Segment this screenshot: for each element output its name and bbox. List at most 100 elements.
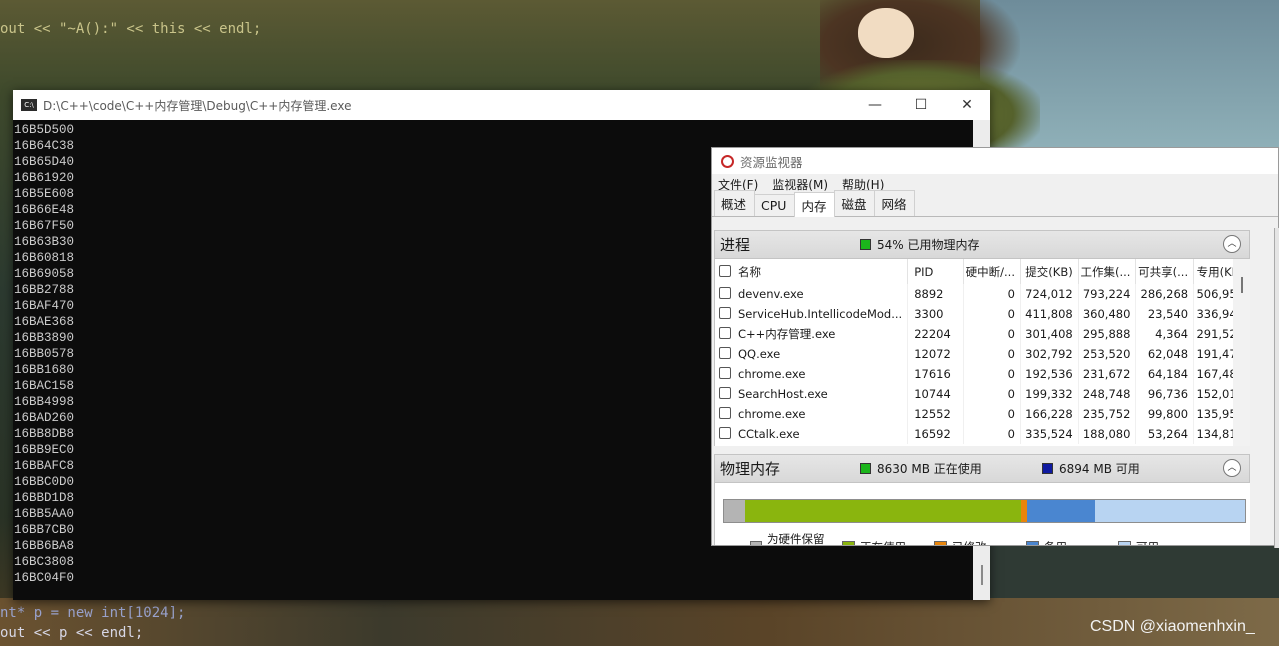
editor-code-line: nt* p = new int[1024];	[0, 605, 186, 621]
resmon-title: 资源监视器	[740, 154, 803, 170]
console-output-line: 16B5D500	[14, 123, 75, 137]
maximize-button[interactable]: ☐	[898, 90, 944, 120]
menu-monitor[interactable]: 监视器(M)	[772, 176, 828, 193]
physical-memory-section: 物理内存 8630 MB 正在使用 6894 MB 可用 ︿ 为硬件保留的正在使…	[714, 454, 1250, 546]
row-checkbox[interactable]	[719, 427, 731, 439]
table-cell: 0	[963, 384, 1022, 404]
table-cell: chrome.exe	[715, 364, 909, 384]
editor-code-line: out << "~A():" << this << endl;	[0, 21, 262, 37]
legend-label: 为硬件保留的	[767, 532, 825, 546]
tab-memory[interactable]: 内存	[794, 192, 836, 217]
physical-memory-header[interactable]: 物理内存 8630 MB 正在使用 6894 MB 可用 ︿	[714, 454, 1250, 483]
close-button[interactable]: ✕	[944, 90, 990, 120]
legend-swatch	[934, 540, 947, 545]
resource-monitor-window[interactable]: 资源监视器 文件(F) 监视器(M) 帮助(H) 概述 CPU 内存 磁盘 网络…	[711, 147, 1279, 546]
table-cell: 53,264	[1135, 424, 1195, 444]
process-scroll-thumb[interactable]	[1241, 277, 1243, 293]
table-cell: 0	[963, 424, 1022, 444]
console-titlebar[interactable]: C:\ D:\C++\code\C++内存管理\Debug\C++内存管理.ex…	[13, 90, 990, 120]
table-cell: 253,520	[1078, 344, 1137, 364]
column-hard-faults[interactable]: 硬中断/...	[963, 259, 1022, 284]
row-checkbox[interactable]	[719, 407, 731, 419]
row-checkbox[interactable]	[719, 287, 731, 299]
table-cell: 64,184	[1135, 364, 1195, 384]
table-row[interactable]: CCtalk.exe 16592 0 335,524 188,080 53,264 134,…	[715, 424, 1250, 444]
table-cell: 286,268	[1135, 284, 1195, 304]
collapse-icon[interactable]: ︿	[1223, 459, 1241, 477]
table-row[interactable]: chrome.exe 17616 0 192,536 231,672 64,184 167,…	[715, 364, 1250, 384]
table-row[interactable]: SearchHost.exe 10744 0 199,332 248,748 96,736…	[715, 384, 1250, 404]
tab-cpu[interactable]: CPU	[754, 194, 796, 216]
table-cell: 235,752	[1078, 404, 1137, 424]
table-row[interactable]: QQ.exe 12072 0 302,792 253,520 62,048 191,472	[715, 344, 1250, 364]
table-cell: 199,332	[1020, 384, 1079, 404]
legend-item: 可用	[1118, 531, 1198, 545]
row-checkbox[interactable]	[719, 347, 731, 359]
legend-swatch	[842, 540, 855, 545]
editor-code-line: out << p << endl;	[0, 625, 144, 641]
table-cell: 0	[963, 304, 1022, 324]
tab-disk[interactable]: 磁盘	[834, 190, 876, 216]
process-name: CCtalk.exe	[738, 427, 800, 441]
table-cell: 248,748	[1078, 384, 1137, 404]
table-cell: 62,048	[1135, 344, 1195, 364]
table-cell: 0	[963, 404, 1022, 424]
memory-usage-text: 54% 已用物理内存	[877, 238, 980, 252]
table-cell: 302,792	[1020, 344, 1079, 364]
legend-item: 正在使用	[842, 531, 922, 545]
available-text: 6894 MB 可用	[1059, 462, 1140, 476]
table-cell: 3300	[907, 304, 964, 324]
table-row[interactable]: ServiceHub.IntellicodeMod... 3300 0 411,808…	[715, 304, 1250, 324]
process-section-header[interactable]: 进程 54% 已用物理内存 ︿	[714, 230, 1250, 259]
bar-segment-in-use	[744, 500, 1021, 522]
resmon-tabs: 概述 CPU 内存 磁盘 网络	[712, 190, 1278, 217]
column-working-set[interactable]: 工作集(...	[1078, 259, 1137, 284]
process-table-scrollbar[interactable]	[1233, 259, 1250, 446]
table-row[interactable]: chrome.exe 12552 0 166,228 235,752 99,800 135,…	[715, 404, 1250, 424]
collapse-icon[interactable]: ︿	[1223, 235, 1241, 253]
table-cell: 0	[963, 324, 1022, 344]
row-checkbox[interactable]	[719, 327, 731, 339]
bar-segment-free	[1094, 500, 1245, 522]
row-checkbox[interactable]	[719, 367, 731, 379]
table-cell: 16592	[907, 424, 964, 444]
minimize-button[interactable]: —	[852, 90, 898, 120]
table-cell: 99,800	[1135, 404, 1195, 424]
memory-usage-bar	[723, 499, 1246, 523]
table-cell: 12552	[907, 404, 964, 424]
table-cell: 192,536	[1020, 364, 1079, 384]
row-checkbox[interactable]	[719, 307, 731, 319]
column-commit[interactable]: 提交(KB)	[1020, 259, 1079, 284]
background-character-face	[858, 8, 914, 58]
console-app-icon: C:\	[21, 99, 37, 111]
row-checkbox[interactable]	[719, 387, 731, 399]
table-row[interactable]: devenv.exe 8892 0 724,012 793,224 286,268 506,…	[715, 284, 1250, 304]
table-cell: 724,012	[1020, 284, 1079, 304]
legend-label: 正在使用	[860, 539, 906, 545]
table-row[interactable]: C++内存管理.exe 22204 0 301,408 295,888 4,364 291,…	[715, 324, 1250, 344]
resmon-titlebar[interactable]: 资源监视器	[712, 148, 1278, 174]
legend-swatch	[1026, 540, 1039, 545]
column-shareable[interactable]: 可共享(...	[1135, 259, 1195, 284]
process-name: chrome.exe	[738, 367, 806, 381]
process-name: QQ.exe	[738, 347, 781, 361]
table-cell: chrome.exe	[715, 404, 909, 424]
table-cell: 22204	[907, 324, 964, 344]
in-use-chip	[860, 463, 871, 474]
tab-overview[interactable]: 概述	[714, 190, 756, 216]
memory-usage-summary: 54% 已用物理内存	[860, 236, 980, 253]
legend-label: 已修改	[952, 539, 987, 545]
legend-item: 备用	[1026, 531, 1106, 545]
table-cell: 301,408	[1020, 324, 1079, 344]
table-cell: 166,228	[1020, 404, 1079, 424]
table-cell: devenv.exe	[715, 284, 909, 304]
console-scroll-thumb[interactable]	[981, 565, 983, 585]
column-name[interactable]: 名称	[715, 259, 909, 284]
process-table-area: 名称 PID 硬中断/... 提交(KB) 工作集(... 可共享(... 专用…	[714, 259, 1250, 446]
tab-network[interactable]: 网络	[874, 190, 916, 216]
console-output-line: 16BC04F0	[14, 571, 75, 585]
column-pid[interactable]: PID	[907, 259, 964, 284]
select-all-checkbox[interactable]	[719, 264, 731, 277]
csdn-watermark: CSDN @xiaomenhxin_	[1090, 618, 1255, 635]
background-bottom-strip	[0, 598, 1279, 646]
